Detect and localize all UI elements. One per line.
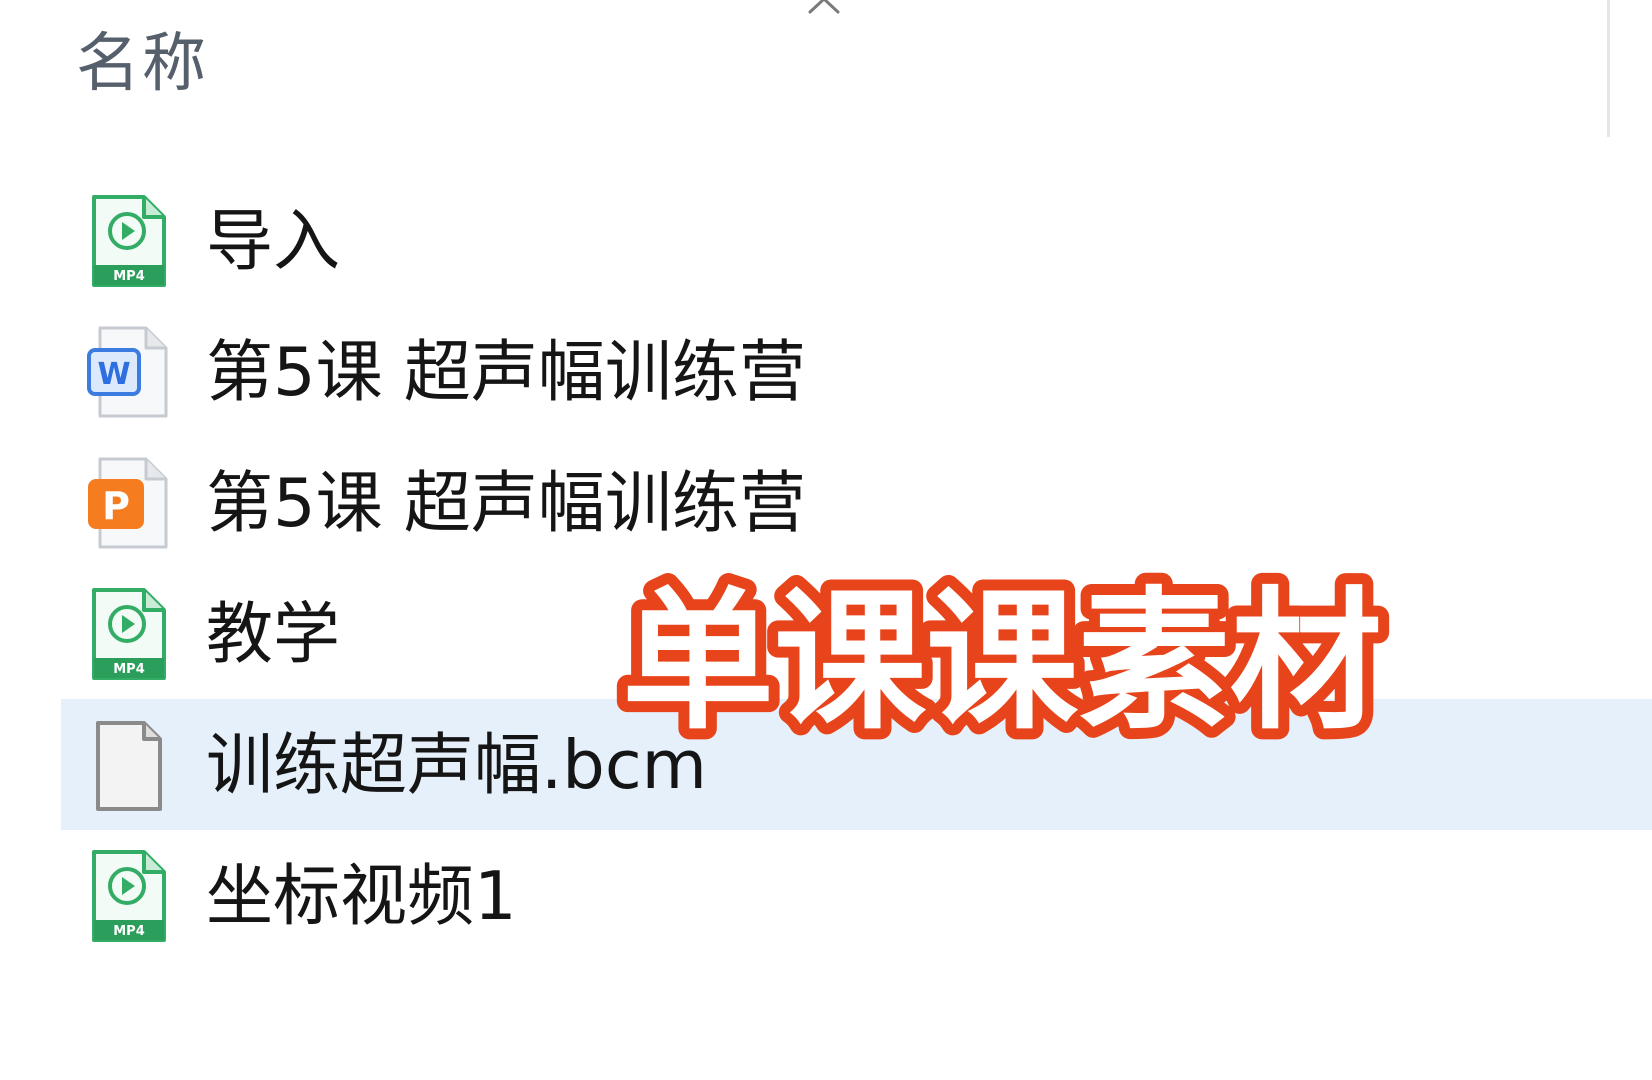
- powerpoint-file-icon: P: [86, 455, 170, 551]
- blank-file-icon: [86, 717, 170, 813]
- svg-text:P: P: [102, 484, 130, 528]
- file-name: 教学: [206, 594, 340, 673]
- mp4-video-file-icon: MP4: [86, 848, 170, 944]
- file-row[interactable]: MP4 导入: [61, 175, 1652, 306]
- svg-text:W: W: [97, 357, 130, 392]
- file-name: 坐标视频1: [206, 856, 517, 935]
- svg-text:MP4: MP4: [113, 924, 145, 939]
- file-row[interactable]: P 第5课 超声幅训练营: [61, 437, 1652, 568]
- file-name: 第5课 超声幅训练营: [206, 463, 806, 542]
- mp4-video-file-icon: MP4: [86, 586, 170, 682]
- svg-text:MP4: MP4: [113, 269, 145, 284]
- file-row[interactable]: MP4 教学: [61, 568, 1652, 699]
- file-name: 导入: [206, 201, 340, 280]
- file-row[interactable]: W 第5课 超声幅训练营: [61, 306, 1652, 437]
- file-name: 第5课 超声幅训练营: [206, 332, 806, 411]
- word-document-icon: W: [86, 324, 170, 420]
- file-list: MP4 导入 W 第5课 超声幅训练营 P 第5课 超声幅训练营 MP4 教学 …: [0, 0, 1652, 1080]
- svg-text:MP4: MP4: [113, 662, 145, 677]
- file-explorer-view: 名称 MP4 导入 W 第5课 超声幅训练营 P 第5课 超声幅训练营 MP4 …: [0, 0, 1652, 1080]
- file-row-selected[interactable]: 训练超声幅.bcm: [61, 699, 1652, 830]
- file-name: 训练超声幅.bcm: [206, 725, 707, 804]
- file-row[interactable]: MP4 坐标视频1: [61, 830, 1652, 961]
- mp4-video-file-icon: MP4: [86, 193, 170, 289]
